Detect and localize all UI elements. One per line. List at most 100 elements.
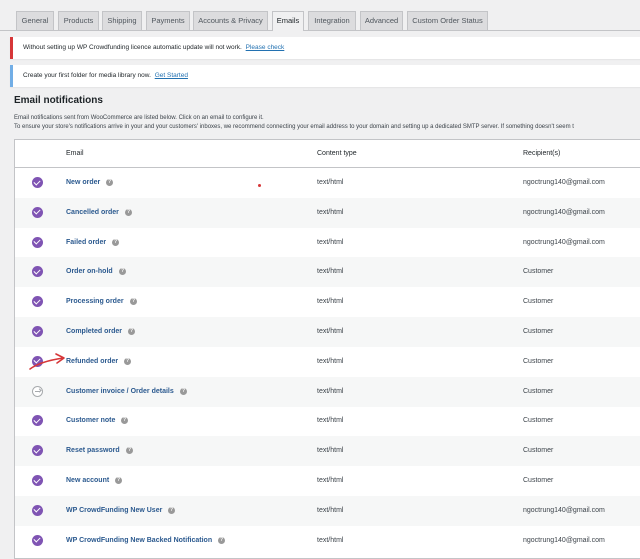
content-type: text/html bbox=[317, 447, 344, 455]
enabled-check-icon bbox=[32, 504, 43, 516]
content-type: text/html bbox=[317, 506, 344, 514]
recipient: Customer bbox=[523, 268, 554, 276]
recipient: Customer bbox=[523, 477, 554, 484]
tab-shipping[interactable]: Shipping bbox=[102, 11, 142, 30]
content-type: text/html bbox=[317, 387, 344, 395]
help-tip-icon[interactable]: ? bbox=[106, 179, 113, 186]
red-dot-annotation bbox=[258, 184, 261, 187]
table-header: Email Content type Recipient(s) bbox=[15, 140, 640, 168]
email-notifications-table: Email Content type Recipient(s) New orde… bbox=[14, 139, 640, 559]
help-tip-icon[interactable]: ? bbox=[128, 328, 135, 335]
content-type: text/html bbox=[317, 298, 344, 306]
help-tip-icon[interactable]: ? bbox=[126, 447, 133, 455]
tab-products[interactable]: Products bbox=[58, 11, 99, 30]
recipient: Customer bbox=[523, 447, 554, 455]
please-check-link[interactable]: Please check bbox=[246, 44, 285, 51]
help-tip-icon[interactable]: ? bbox=[115, 477, 122, 484]
content-type: text/html bbox=[317, 328, 344, 335]
table-row: Failed order? text/html ngoctrung140@gmail… bbox=[15, 228, 640, 258]
table-row: Processing order? text/html Customer bbox=[15, 287, 640, 317]
email-link[interactable]: Reset password bbox=[66, 436, 120, 466]
enabled-check-icon bbox=[32, 236, 43, 248]
table-row: Refunded order? text/html Customer bbox=[15, 347, 640, 377]
recipient: ngoctrung140@gmail.com bbox=[523, 208, 605, 216]
recipient: Customer bbox=[523, 417, 554, 425]
enabled-check-icon bbox=[32, 296, 43, 308]
media-folder-notice: Create your first folder for media libra… bbox=[10, 65, 640, 87]
help-tip-icon[interactable]: ? bbox=[180, 387, 187, 395]
tab-accounts-privacy[interactable]: Accounts & Privacy bbox=[193, 11, 268, 30]
enabled-check-icon bbox=[32, 534, 43, 546]
help-tip-icon[interactable]: ? bbox=[168, 506, 175, 514]
recipient: ngoctrung140@gmail.com bbox=[523, 506, 605, 514]
table-row: WP CrowdFunding New User? text/html ngoctr… bbox=[15, 495, 640, 526]
table-row: Reset password? text/html Customer bbox=[15, 436, 640, 467]
enabled-check-icon bbox=[32, 326, 43, 337]
column-header-recipients: Recipient(s) bbox=[523, 150, 561, 157]
table-row: Cancelled order? text/html ngoctrung140@gm… bbox=[15, 197, 640, 228]
tab-payments[interactable]: Payments bbox=[146, 11, 190, 30]
red-arrow-annotation-icon bbox=[29, 353, 65, 370]
licence-notice: Without setting up WP Crowdfunding licen… bbox=[10, 37, 640, 59]
settings-tabs: General Products Shipping Payments Accou… bbox=[0, 0, 640, 31]
recipient: Customer bbox=[523, 387, 554, 395]
recipient: ngoctrung140@gmail.com bbox=[523, 238, 605, 246]
table-row: New order? text/html ngoctrung140@gmail.co… bbox=[15, 168, 640, 198]
email-link[interactable]: Customer invoice / Order details bbox=[66, 377, 174, 407]
enabled-check-icon bbox=[32, 415, 43, 427]
help-tip-icon[interactable]: ? bbox=[121, 417, 128, 425]
section-description: Email notifications sent from WooCommerc… bbox=[14, 115, 264, 121]
tab-general[interactable]: General bbox=[16, 11, 54, 30]
recipient: ngoctrung140@gmail.com bbox=[523, 179, 605, 186]
email-link[interactable]: WP CrowdFunding New Backed Notification bbox=[66, 526, 212, 556]
recipient: ngoctrung140@gmail.com bbox=[523, 536, 605, 544]
email-link[interactable]: WP CrowdFunding New User bbox=[66, 496, 162, 526]
content-type: text/html bbox=[317, 208, 344, 216]
licence-notice-text: Without setting up WP Crowdfunding licen… bbox=[23, 44, 242, 51]
enabled-check-icon bbox=[32, 445, 43, 457]
content-type: text/html bbox=[317, 417, 344, 425]
table-row: New account? text/html Customer bbox=[15, 466, 640, 496]
tab-emails[interactable]: Emails bbox=[272, 11, 304, 31]
tab-custom-order-status[interactable]: Custom Order Status bbox=[407, 11, 488, 30]
help-tip-icon[interactable]: ? bbox=[130, 298, 137, 306]
recipient: Customer bbox=[523, 328, 554, 335]
email-link[interactable]: Order on-hold bbox=[66, 257, 113, 287]
email-link[interactable]: Cancelled order bbox=[66, 198, 119, 228]
content-type: text/html bbox=[317, 477, 344, 484]
content-type: text/html bbox=[317, 268, 344, 276]
email-link[interactable]: Completed order bbox=[66, 317, 122, 347]
email-link[interactable]: Customer note bbox=[66, 406, 115, 436]
enabled-check-icon bbox=[32, 266, 43, 278]
help-tip-icon[interactable]: ? bbox=[218, 536, 225, 544]
content-type: text/html bbox=[317, 536, 344, 544]
help-tip-icon[interactable]: ? bbox=[125, 208, 132, 216]
section-description-smtp: To ensure your store's notifications arr… bbox=[14, 124, 574, 130]
recipient: Customer bbox=[523, 357, 554, 365]
page-title: Email notifications bbox=[14, 95, 103, 106]
enabled-check-icon bbox=[32, 475, 43, 486]
media-folder-notice-text: Create your first folder for media libra… bbox=[23, 72, 151, 79]
recipient: Customer bbox=[523, 298, 554, 306]
help-tip-icon[interactable]: ? bbox=[119, 268, 126, 276]
email-link[interactable]: New order bbox=[66, 168, 100, 198]
get-started-link[interactable]: Get Started bbox=[155, 72, 188, 79]
enabled-check-icon bbox=[32, 177, 43, 188]
email-link[interactable]: New account bbox=[66, 466, 109, 496]
email-link[interactable]: Refunded order bbox=[66, 347, 118, 377]
help-tip-icon[interactable]: ? bbox=[124, 357, 131, 365]
column-header-content-type: Content type bbox=[317, 150, 357, 157]
column-header-email: Email bbox=[66, 150, 84, 157]
enabled-check-icon bbox=[32, 206, 43, 218]
email-link[interactable]: Processing order bbox=[66, 287, 124, 317]
email-link[interactable]: Failed order bbox=[66, 228, 106, 258]
table-row: Completed order? text/html Customer bbox=[15, 317, 640, 347]
content-type: text/html bbox=[317, 179, 344, 186]
table-row: Order on-hold? text/html Customer bbox=[15, 257, 640, 288]
manual-status-icon bbox=[32, 385, 43, 397]
content-type: text/html bbox=[317, 238, 344, 246]
help-tip-icon[interactable]: ? bbox=[112, 238, 119, 246]
tab-integration[interactable]: Integration bbox=[308, 11, 356, 30]
tab-advanced[interactable]: Advanced bbox=[360, 11, 403, 30]
content-type: text/html bbox=[317, 357, 344, 365]
